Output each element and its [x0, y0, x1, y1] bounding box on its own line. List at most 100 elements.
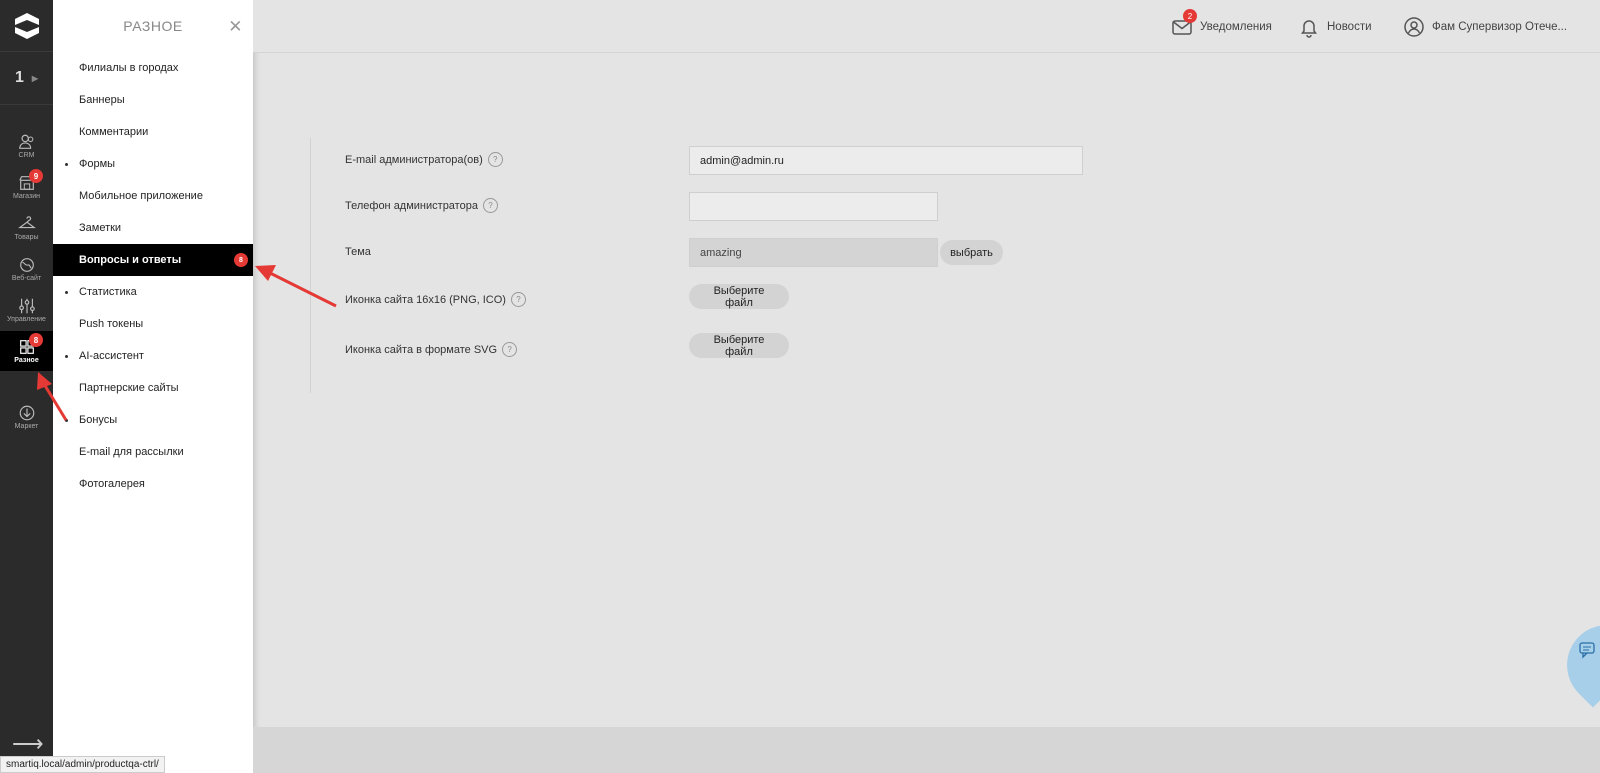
submenu-item-label: Вопросы и ответы — [79, 254, 182, 266]
rail-item-label: CRM — [18, 152, 35, 159]
submenu-item-partner-sites[interactable]: Партнерские сайты — [53, 372, 253, 404]
submenu-item-label: Заметки — [79, 222, 122, 234]
submenu-item-label: E-mail для рассылки — [79, 446, 184, 458]
submenu-title: РАЗНОЕ — [123, 18, 183, 34]
close-icon[interactable]: ✕ — [228, 17, 243, 37]
bullet — [65, 419, 68, 422]
logo[interactable] — [0, 0, 53, 52]
rail-item-shop[interactable]: Магазин 9 — [0, 167, 53, 207]
help-icon[interactable]: ? — [487, 152, 503, 167]
svg-icon-label: Иконка сайта в формате SVG ? — [345, 342, 518, 357]
submenu-item-notes[interactable]: Заметки — [53, 212, 253, 244]
submenu-item-label: Баннеры — [79, 94, 125, 106]
theme-label-text: Тема — [345, 246, 371, 258]
favicon-file-button[interactable]: Выберите файл — [689, 284, 789, 309]
submenu-item-label: Мобильное приложение — [79, 190, 203, 202]
project-switcher[interactable]: 1 ▶ — [0, 52, 53, 105]
admin-phone-input[interactable] — [689, 192, 938, 221]
submenu-item-newsletter-email[interactable]: E-mail для рассылки — [53, 436, 253, 468]
rail-item-label: Магазин — [12, 193, 40, 200]
submenu-item-push-tokens[interactable]: Push токены — [53, 308, 253, 340]
hanger-icon — [17, 216, 36, 229]
submenu-item-forms[interactable]: Формы — [53, 148, 253, 180]
rail-item-label: Маркет — [14, 423, 39, 430]
notifications-label: Уведомления — [1200, 21, 1272, 33]
notifications-link[interactable]: 2 Уведомления — [1171, 9, 1272, 39]
user-avatar-icon — [1404, 17, 1424, 37]
submenu-item-label: Филиалы в городах — [79, 62, 179, 74]
top-bar: 2 Уведомления Новости Фам Супервизор Оте… — [253, 0, 1600, 53]
submenu-item-statistics[interactable]: Статистика — [53, 276, 253, 308]
submenu-item-branches[interactable]: Филиалы в городах — [53, 52, 253, 84]
submenu-item-label: AI-ассистент — [79, 350, 144, 362]
submenu-item-label: Комментарии — [79, 126, 149, 138]
misc-badge: 8 — [29, 333, 43, 347]
rail-item-label: Управление — [7, 316, 46, 323]
admin-phone-label-text: Телефон администратора — [345, 199, 478, 212]
submenu-item-label: Бонусы — [79, 414, 118, 426]
misc-submenu: РАЗНОЕ ✕ Филиалы в городах Баннеры Комме… — [53, 0, 253, 773]
admin-phone-label: Телефон администратора ? — [345, 198, 498, 213]
main-rail: 1 ▶ CRM Магазин 9 Товары Веб-сайт Управл… — [0, 0, 53, 773]
submenu-item-label: Фотогалерея — [79, 478, 145, 490]
browser-status-url: smartiq.local/admin/productqa-ctrl/ — [0, 756, 165, 773]
rail-item-label: Веб-сайт — [11, 275, 42, 282]
rail-item-crm[interactable]: CRM — [0, 126, 53, 166]
svg-icon-file-button[interactable]: Выберите файл — [689, 333, 789, 358]
user-name: Фам Супервизор Отече... — [1432, 21, 1568, 33]
theme-label: Тема — [345, 246, 371, 258]
rail-item-market[interactable]: Маркет — [0, 397, 53, 437]
submenu-header: РАЗНОЕ ✕ — [53, 0, 253, 52]
help-icon[interactable]: ? — [482, 198, 498, 213]
theme-input[interactable] — [689, 238, 938, 267]
admin-email-label: E-mail администратора(ов) ? — [345, 152, 503, 167]
expand-arrow-icon[interactable]: ⟶ — [12, 731, 44, 757]
annotation-arrow-qa — [265, 269, 337, 308]
chat-icon[interactable] — [1578, 641, 1598, 659]
submenu-item-banners[interactable]: Баннеры — [53, 84, 253, 116]
logo-icon — [14, 12, 39, 39]
submenu-item-bonuses[interactable]: Бонусы — [53, 404, 253, 436]
bell-icon — [1301, 20, 1317, 38]
admin-email-input[interactable] — [689, 146, 1083, 175]
submenu-item-qa[interactable]: Вопросы и ответы 8 — [53, 244, 253, 276]
submenu-item-ai-assistant[interactable]: AI-ассистент — [53, 340, 253, 372]
globe-icon — [19, 258, 34, 272]
shop-badge: 9 — [29, 169, 43, 183]
help-icon[interactable]: ? — [510, 292, 526, 307]
submenu-item-mobile-app[interactable]: Мобильное приложение — [53, 180, 253, 212]
submenu-item-label: Формы — [79, 158, 116, 170]
news-link[interactable]: Новости — [1298, 15, 1372, 39]
project-number: 1 — [14, 69, 24, 86]
chevron-right-icon: ▶ — [31, 73, 39, 83]
news-label: Новости — [1327, 21, 1372, 33]
submenu-item-label: Партнерские сайты — [79, 382, 179, 394]
download-icon — [19, 405, 34, 421]
form-divider — [310, 138, 311, 393]
favicon-label: Иконка сайта 16x16 (PNG, ICO) ? — [345, 292, 526, 307]
users-icon — [18, 134, 33, 149]
rail-item-management[interactable]: Управление — [0, 290, 53, 330]
bullet — [65, 291, 68, 294]
admin-email-label-text: E-mail администратора(ов) — [345, 153, 483, 166]
rail-item-label: Товары — [14, 234, 39, 241]
notifications-badge: 2 — [1183, 9, 1197, 23]
svg-icon-label-text: Иконка сайта в формате SVG — [345, 343, 498, 356]
rail-item-label: Разное — [14, 357, 39, 364]
choose-theme-button[interactable]: выбрать — [940, 240, 1003, 265]
submenu-item-photo-gallery[interactable]: Фотогалерея — [53, 468, 253, 500]
rail-item-website[interactable]: Веб-сайт — [0, 249, 53, 289]
qa-badge: 8 — [234, 253, 248, 267]
help-icon[interactable]: ? — [502, 342, 518, 357]
submenu-item-label: Push токены — [79, 318, 144, 330]
footer — [253, 727, 1600, 773]
favicon-label-text: Иконка сайта 16x16 (PNG, ICO) — [345, 293, 506, 306]
bullet — [65, 163, 68, 166]
sliders-icon — [18, 298, 35, 314]
rail-item-products[interactable]: Товары — [0, 208, 53, 248]
submenu-item-label: Статистика — [79, 286, 137, 298]
annotation-arrowhead-qa — [255, 265, 276, 281]
submenu-item-comments[interactable]: Комментарии — [53, 116, 253, 148]
user-menu[interactable]: Фам Супервизор Отече... — [1403, 15, 1567, 39]
rail-item-misc[interactable]: Разное 8 — [0, 331, 53, 371]
